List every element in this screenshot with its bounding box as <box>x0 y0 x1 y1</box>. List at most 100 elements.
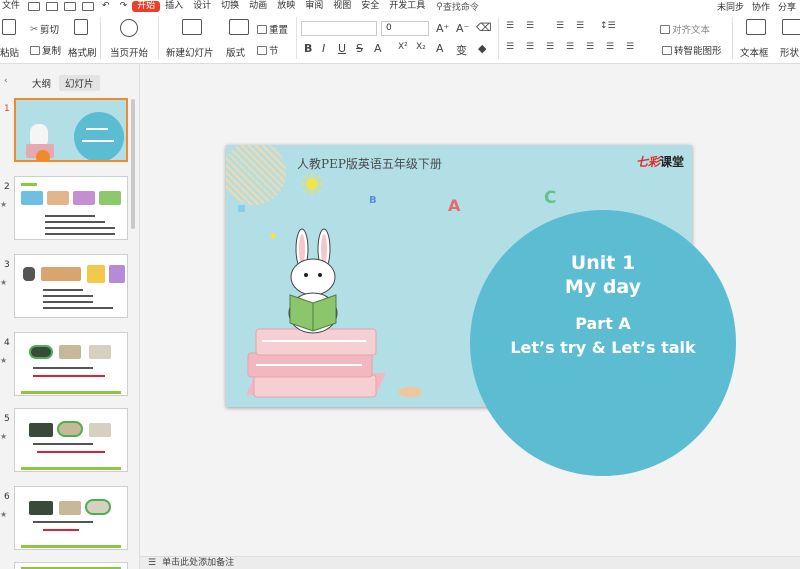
unit-label[interactable]: Unit 1 <box>470 252 736 274</box>
text-box-icon[interactable] <box>746 19 766 35</box>
copy-button[interactable]: 复制 <box>30 43 61 57</box>
slide-thumbnail-1[interactable] <box>14 98 128 162</box>
distribute-icon[interactable]: ☰ <box>586 42 594 52</box>
command-search[interactable]: ⚲ 查找命令 <box>436 0 479 14</box>
columns-icon[interactable]: ☰ <box>626 42 634 52</box>
shape-icon[interactable] <box>782 19 800 35</box>
sync-status[interactable]: 未同步 <box>713 0 748 13</box>
panel-scrollbar[interactable] <box>131 99 135 229</box>
cut-label: 剪切 <box>39 25 59 36</box>
subscript-icon[interactable]: X₂ <box>416 42 426 52</box>
animation-star-icon: ★ <box>0 278 8 287</box>
format-painter-button[interactable]: 格式刷 <box>68 45 97 59</box>
char-spacing-icon[interactable]: 变 <box>456 42 467 58</box>
tab-developer[interactable]: 开发工具 <box>384 0 430 13</box>
tab-animation[interactable]: 动画 <box>244 0 272 13</box>
align-left-icon[interactable]: ☰ <box>506 42 514 52</box>
line-spacing-icon[interactable]: ↕☰ <box>600 21 616 31</box>
tab-outline[interactable]: 大纲 <box>26 75 57 91</box>
collab-button[interactable]: 协作 <box>748 0 774 13</box>
text-effect-icon[interactable]: A <box>436 42 444 55</box>
tab-slideshow[interactable]: 放映 <box>272 0 300 13</box>
clear-format-icon[interactable]: ⌫ <box>476 21 492 34</box>
layout-icon[interactable] <box>229 19 249 35</box>
slide-thumbnail-5[interactable] <box>14 408 128 472</box>
superscript-icon[interactable]: X² <box>398 42 408 52</box>
shrink-font-icon[interactable]: A⁻ <box>456 22 469 35</box>
notes-placeholder[interactable]: 单击此处添加备注 <box>162 558 234 568</box>
print-icon[interactable] <box>64 2 77 11</box>
decrease-indent-icon[interactable]: ☰ <box>556 21 564 31</box>
tab-security[interactable]: 安全 <box>356 0 384 13</box>
number-list-icon[interactable]: ☰ <box>526 21 534 31</box>
save-icon[interactable] <box>28 2 41 11</box>
slide-thumbnail-6[interactable] <box>14 486 128 550</box>
tab-slides[interactable]: 幻灯片 <box>59 75 100 91</box>
play-icon[interactable] <box>120 19 138 37</box>
thumb-image <box>99 191 121 205</box>
brush-icon[interactable] <box>74 19 88 35</box>
slide-number: 5 <box>4 414 10 424</box>
notes-bar[interactable]: ☰ 单击此处添加备注 <box>140 556 800 569</box>
highlight-icon[interactable]: ◆ <box>478 42 486 55</box>
strikethrough-icon[interactable]: S <box>356 42 363 55</box>
section-label[interactable]: Let’s try & Let’s talk <box>470 338 736 357</box>
underline-icon[interactable]: U <box>338 42 346 55</box>
part-label[interactable]: Part A <box>470 314 736 333</box>
cut-button[interactable]: ✂ 剪切 <box>30 22 59 37</box>
tab-home[interactable]: 开始 <box>132 1 161 12</box>
collapse-panel-icon[interactable]: ‹ <box>4 76 8 86</box>
tab-transition[interactable]: 切换 <box>216 0 244 13</box>
tab-view[interactable]: 视图 <box>328 0 356 13</box>
slide-thumbnail-2[interactable] <box>14 176 128 240</box>
font-family-select[interactable] <box>301 21 377 36</box>
slide-thumbnail-4[interactable] <box>14 332 128 396</box>
grow-font-icon[interactable]: A⁺ <box>436 22 449 35</box>
reset-button[interactable]: 重置 <box>257 22 288 36</box>
shape-button[interactable]: 形状 <box>780 45 799 59</box>
font-size-select[interactable]: 0 <box>381 21 429 36</box>
export-icon[interactable] <box>46 2 59 11</box>
thumb-text <box>45 227 115 229</box>
thumb-text <box>43 529 79 531</box>
text-box-button[interactable]: 文本框 <box>740 45 769 59</box>
lesson-title[interactable]: My day <box>470 276 736 298</box>
align-right-icon[interactable]: ☰ <box>546 42 554 52</box>
from-current-slide-button[interactable]: 当页开始 <box>110 45 148 59</box>
text-direction-icon[interactable]: ☰ <box>606 42 614 52</box>
smart-art-button[interactable]: 转智能图形 <box>662 43 722 57</box>
smart-art-icon <box>662 45 672 55</box>
new-slide-icon[interactable] <box>182 19 202 35</box>
menu-file[interactable]: 文件 <box>0 0 25 13</box>
preview-icon[interactable] <box>82 2 95 11</box>
slide-thumbnail-7[interactable] <box>14 562 128 569</box>
tab-design[interactable]: 设计 <box>188 0 216 13</box>
layout-button[interactable]: 版式 <box>226 45 245 59</box>
increase-indent-icon[interactable]: ☰ <box>576 21 584 31</box>
paste-button[interactable]: 粘贴 <box>0 45 19 59</box>
italic-icon[interactable]: I <box>322 42 325 55</box>
share-button[interactable]: 分享 <box>774 0 800 13</box>
section-button[interactable]: 节 <box>257 43 279 57</box>
paste-icon[interactable] <box>2 19 16 35</box>
justify-icon[interactable]: ☰ <box>566 42 574 52</box>
slide-thumbnail-3[interactable] <box>14 254 128 318</box>
redo-icon[interactable]: ↷ <box>115 0 133 13</box>
animation-star-icon: ★ <box>0 200 8 209</box>
bullet-list-icon[interactable]: ☰ <box>506 21 514 31</box>
align-center-icon[interactable]: ☰ <box>526 42 534 52</box>
font-color-icon[interactable]: A <box>374 42 382 55</box>
new-slide-button[interactable]: 新建幻灯片 <box>166 45 214 59</box>
thumb-text <box>33 443 93 445</box>
sun-icon <box>301 173 323 195</box>
thumb-bar <box>21 391 121 394</box>
bold-icon[interactable]: B <box>304 42 312 55</box>
undo-icon[interactable]: ↶ <box>97 0 115 13</box>
tab-review[interactable]: 审阅 <box>300 0 328 13</box>
slides-panel: ‹ 大纲 幻灯片 1 2 ★ 3 ★ 4 ★ 5 ★ 6 ★ <box>0 64 140 569</box>
animation-star-icon: ★ <box>0 356 8 365</box>
align-text-button[interactable]: 对齐文本 <box>660 22 710 36</box>
panel-tabs: 大纲 幻灯片 <box>26 75 102 91</box>
thumb-image <box>23 267 35 281</box>
tab-insert[interactable]: 插入 <box>160 0 188 13</box>
